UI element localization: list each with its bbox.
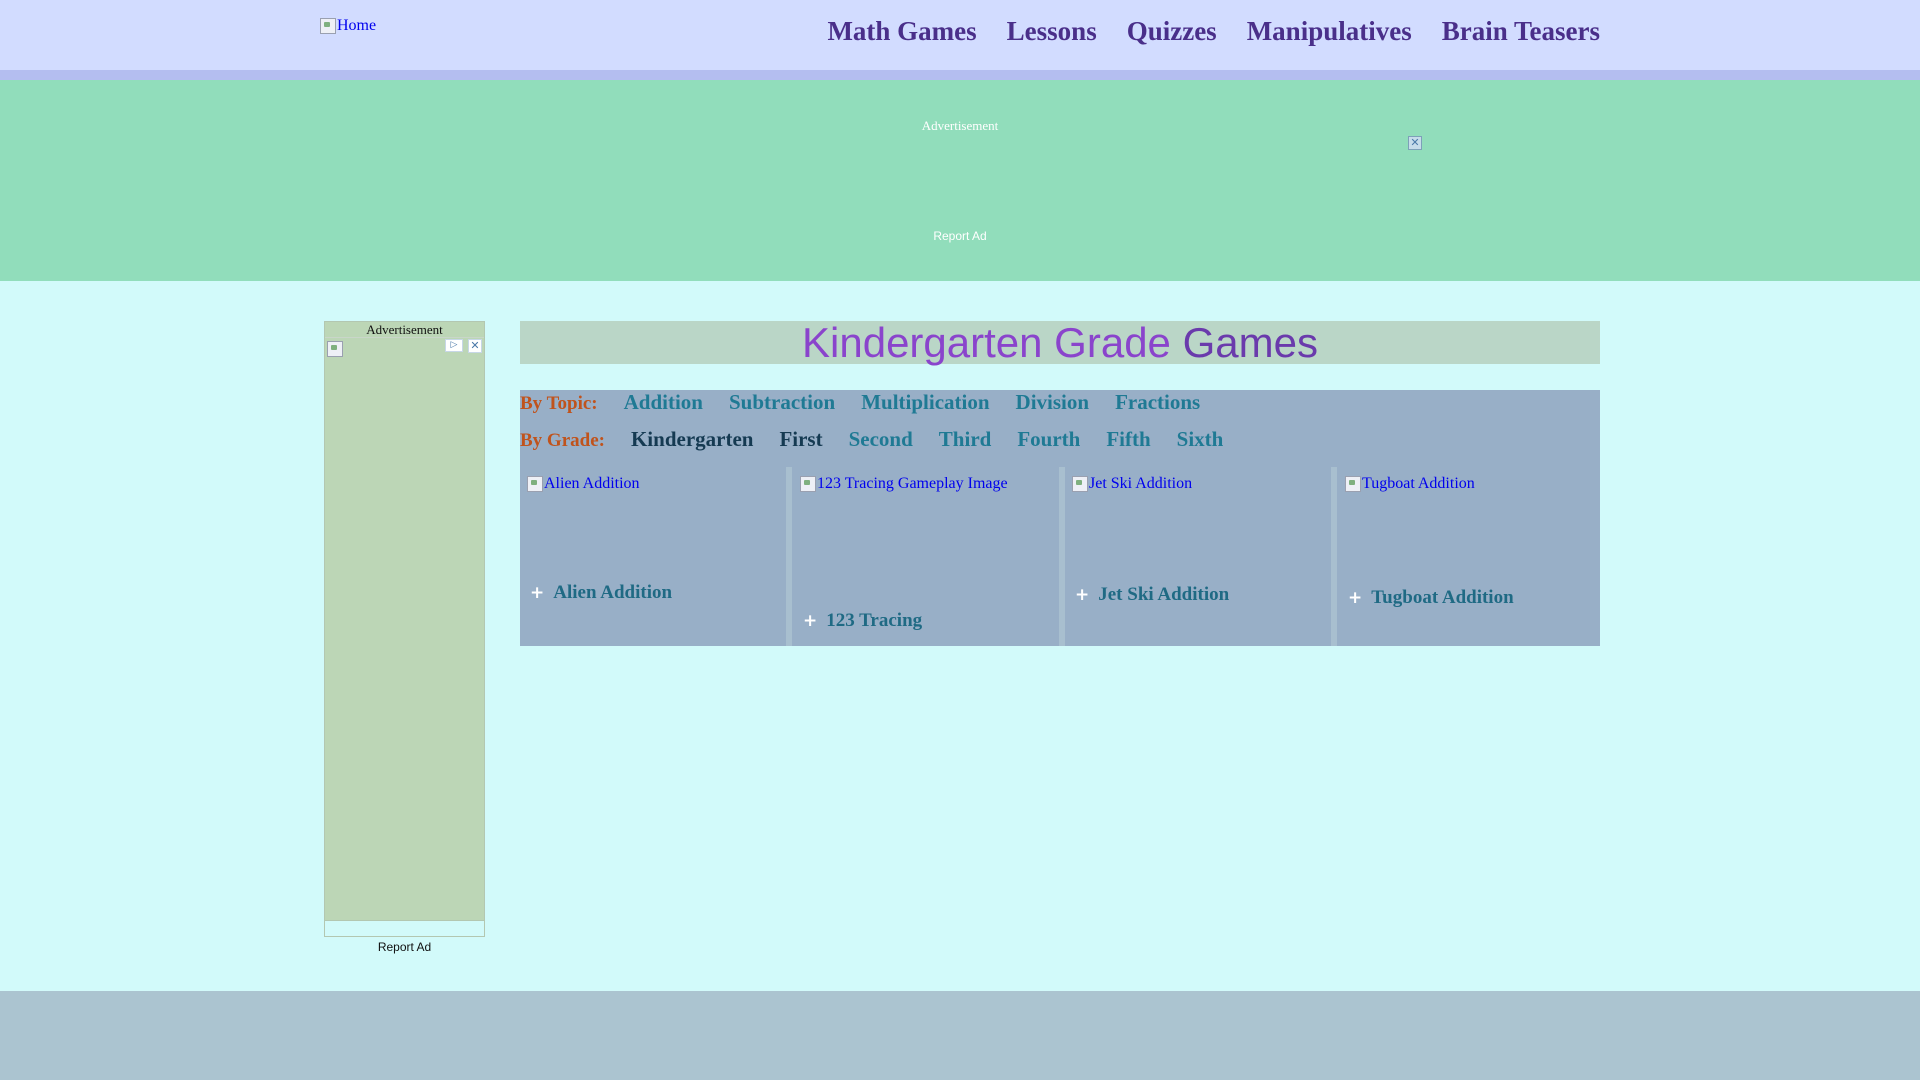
broken-image-icon <box>800 476 816 492</box>
filter-panel: By Topic: Addition Subtraction Multiplic… <box>520 390 1600 646</box>
nav-lessons[interactable]: Lessons <box>1007 16 1097 47</box>
plus-icon: + <box>530 583 545 603</box>
plus-icon: + <box>1075 585 1090 605</box>
game-image-alt: Jet Ski Addition <box>1089 475 1193 492</box>
top-ad-close-icon[interactable]: ✕ <box>1408 136 1422 150</box>
home-logo-alt-text: Home <box>337 17 377 34</box>
game-title-link[interactable]: + 123 Tracing <box>803 610 922 632</box>
grade-second[interactable]: Second <box>849 427 913 452</box>
game-image-alt: Alien Addition <box>544 475 640 492</box>
page-title: Kindergarten Grade Games <box>520 321 1600 364</box>
game-title-link[interactable]: + Alien Addition <box>530 582 672 604</box>
topic-addition[interactable]: Addition <box>624 390 703 415</box>
broken-image-icon <box>527 476 543 492</box>
top-ad-banner: Advertisement ✕ Report Ad <box>0 80 1920 281</box>
nav-quizzes[interactable]: Quizzes <box>1127 16 1217 47</box>
game-title-link[interactable]: + Tugboat Addition <box>1348 587 1514 609</box>
game-image[interactable]: Tugboat Addition <box>1345 475 1475 493</box>
home-logo-broken-image-icon <box>320 18 336 34</box>
topic-subtraction[interactable]: Subtraction <box>729 390 835 415</box>
game-title-link[interactable]: + Jet Ski Addition <box>1075 584 1229 606</box>
broken-image-icon <box>1072 476 1088 492</box>
home-link[interactable]: Home <box>320 17 376 35</box>
adchoices-icon[interactable]: ▷ <box>445 339 463 352</box>
game-name: 123 Tracing <box>826 610 923 631</box>
game-image[interactable]: Jet Ski Addition <box>1072 475 1192 493</box>
game-card-tugboat-addition[interactable]: Tugboat Addition + Tugboat Addition <box>1338 467 1604 646</box>
nav-manipulatives[interactable]: Manipulatives <box>1247 16 1412 47</box>
grade-fourth[interactable]: Fourth <box>1017 427 1080 452</box>
grade-fifth[interactable]: Fifth <box>1106 427 1150 452</box>
top-ad-report-link[interactable]: Report Ad <box>0 229 1920 243</box>
grade-first[interactable]: First <box>779 427 822 452</box>
page-title-games: Games <box>1182 319 1318 366</box>
by-grade-label: By Grade: <box>520 430 605 451</box>
by-topic-label: By Topic: <box>520 393 598 414</box>
card-divider <box>786 467 792 646</box>
game-name: Alien Addition <box>553 582 673 603</box>
side-ad: Advertisement ▷ ✕ <box>324 321 485 937</box>
side-ad-close-icon[interactable]: ✕ <box>468 339 482 353</box>
game-card-alien-addition[interactable]: Alien Addition + Alien Addition <box>520 467 786 646</box>
side-ad-bottom-strip <box>325 920 484 936</box>
header-divider <box>0 70 1920 80</box>
grade-sixth[interactable]: Sixth <box>1177 427 1224 452</box>
topic-fractions[interactable]: Fractions <box>1115 390 1200 415</box>
game-image[interactable]: 123 Tracing Gameplay Image <box>800 475 1008 493</box>
site-header: Home Math Games Lessons Quizzes Manipula… <box>0 0 1920 70</box>
game-name: Jet Ski Addition <box>1098 584 1230 605</box>
grade-third[interactable]: Third <box>939 427 992 452</box>
plus-icon: + <box>803 611 818 631</box>
game-image[interactable]: Alien Addition <box>527 475 640 493</box>
game-image-alt: Tugboat Addition <box>1362 475 1475 492</box>
topic-division[interactable]: Division <box>1016 390 1090 415</box>
topic-filter-row: By Topic: Addition Subtraction Multiplic… <box>520 390 1226 415</box>
side-ad-label: Advertisement <box>325 322 484 338</box>
nav-math-games[interactable]: Math Games <box>827 16 976 47</box>
side-ad-report-link[interactable]: Report Ad <box>324 940 485 954</box>
page-title-bar: Kindergarten Grade Games <box>520 321 1600 364</box>
broken-image-icon <box>1345 476 1361 492</box>
game-cards: Alien Addition + Alien Addition 123 Trac… <box>520 467 1600 646</box>
main-nav: Math Games Lessons Quizzes Manipulatives… <box>827 16 1600 47</box>
top-ad-label: Advertisement <box>921 118 999 133</box>
grade-filter-row: By Grade: Kindergarten First Second Thir… <box>520 427 1249 452</box>
site-footer <box>0 991 1920 1080</box>
game-card-jet-ski-addition[interactable]: Jet Ski Addition + Jet Ski Addition <box>1065 467 1331 646</box>
game-image-alt: 123 Tracing Gameplay Image <box>817 475 1008 492</box>
card-divider <box>1331 467 1337 646</box>
topic-multiplication[interactable]: Multiplication <box>861 390 989 415</box>
page-title-grade: Kindergarten Grade <box>802 319 1171 366</box>
nav-brain-teasers[interactable]: Brain Teasers <box>1442 16 1600 47</box>
game-name: Tugboat Addition <box>1371 587 1514 608</box>
plus-icon: + <box>1348 588 1363 608</box>
game-card-123-tracing[interactable]: 123 Tracing Gameplay Image + 123 Tracing <box>793 467 1059 646</box>
side-ad-broken-image-icon <box>327 341 343 357</box>
grade-kindergarten[interactable]: Kindergarten <box>631 427 753 452</box>
